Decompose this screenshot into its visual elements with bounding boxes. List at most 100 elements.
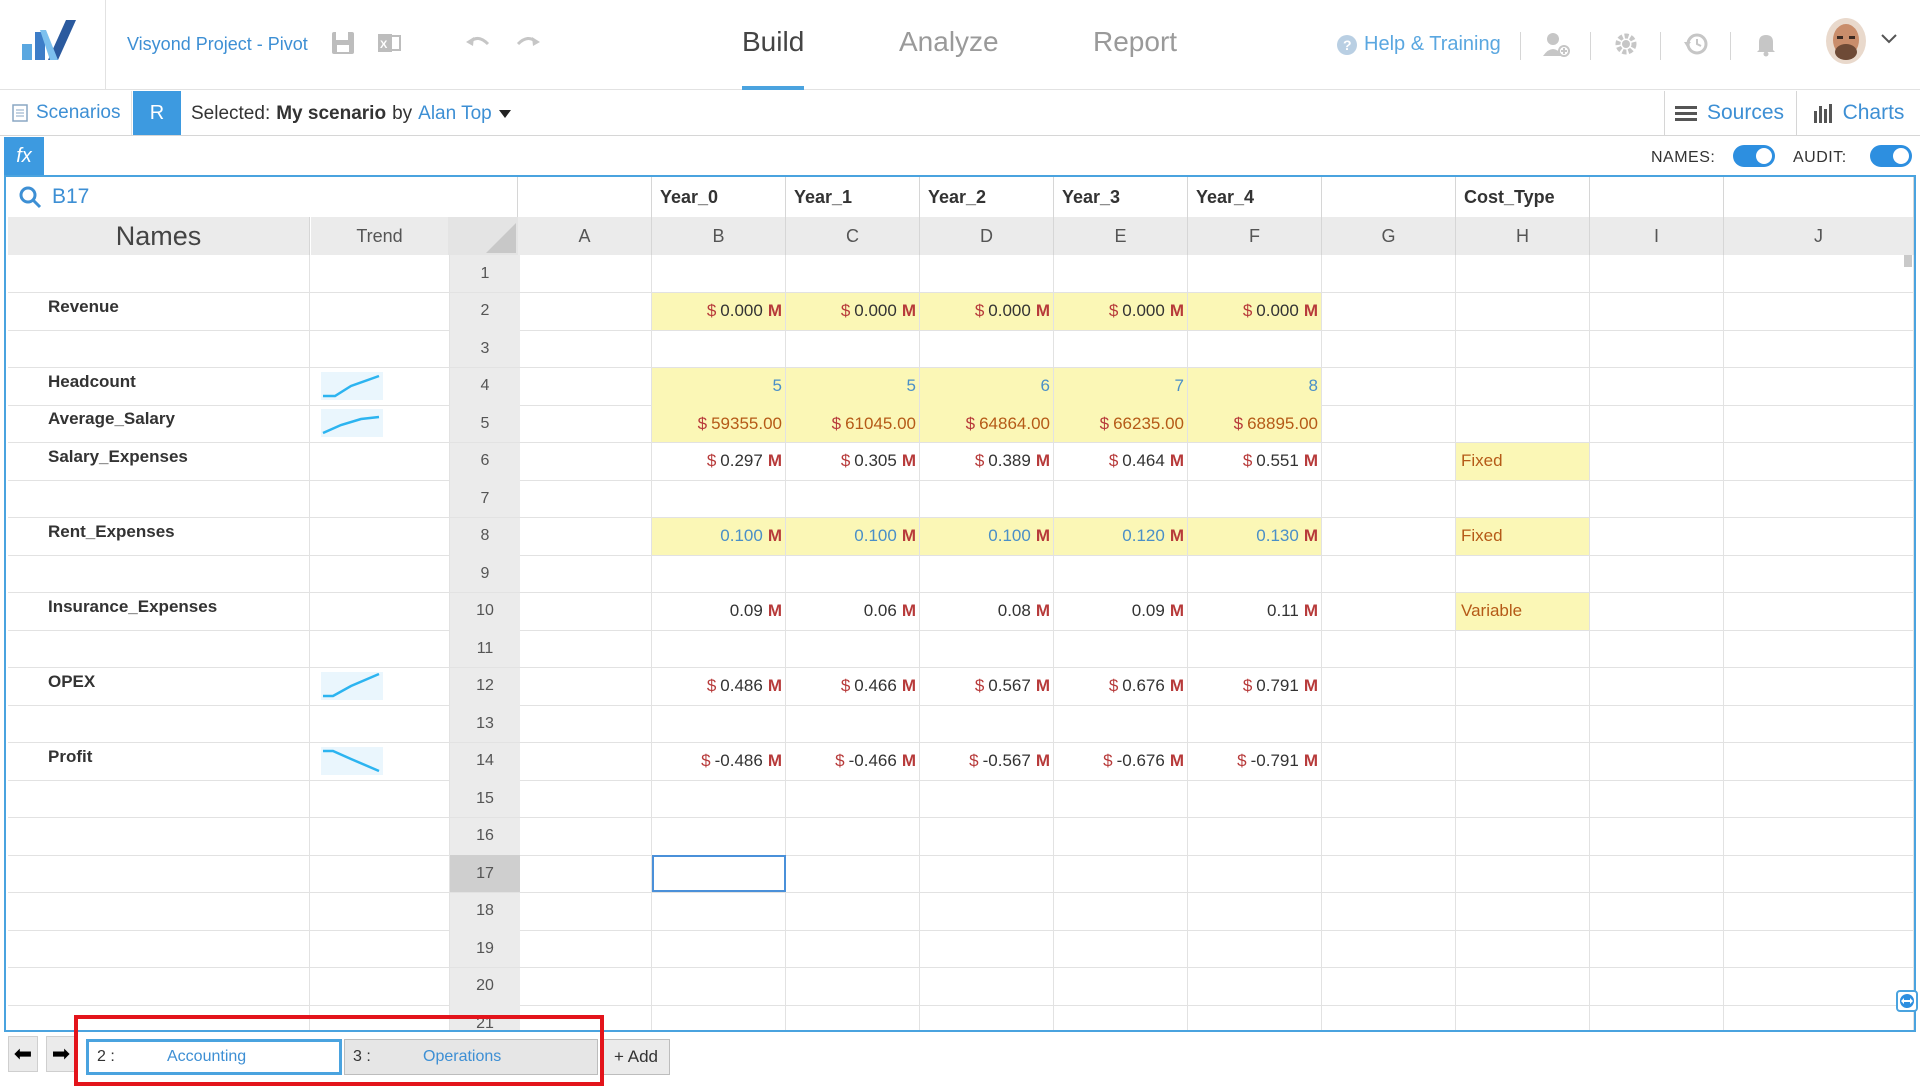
cell-d10[interactable]: 0.08 M (920, 592, 1054, 630)
column-header-d[interactable]: D (920, 217, 1054, 255)
cell-c2[interactable]: $0.000 M (786, 292, 920, 330)
row-name[interactable] (8, 930, 310, 967)
cell-f18[interactable] (1188, 892, 1322, 930)
cell-i9[interactable] (1590, 555, 1724, 592)
cell-a5[interactable] (518, 405, 652, 442)
cell-b12[interactable]: $0.486 M (652, 667, 786, 705)
row-header[interactable]: 3 (450, 330, 520, 367)
column-name-j[interactable] (1724, 177, 1914, 217)
cell-a16[interactable] (518, 817, 652, 855)
cell-j21[interactable] (1724, 1005, 1914, 1030)
row-header[interactable]: 20 (450, 967, 520, 1005)
cell-a19[interactable] (518, 930, 652, 967)
cell-a10[interactable] (518, 592, 652, 630)
row-name[interactable] (8, 255, 310, 292)
cell-b4[interactable]: 5 (652, 367, 786, 405)
cell-h17[interactable] (1456, 855, 1590, 892)
cell-j17[interactable] (1724, 855, 1914, 892)
cell-g2[interactable] (1322, 292, 1456, 330)
column-header-h[interactable]: H (1456, 217, 1590, 255)
tab-report[interactable]: Report (1093, 26, 1177, 58)
cell-i21[interactable] (1590, 1005, 1724, 1030)
cell-c13[interactable] (786, 705, 920, 742)
tab-build[interactable]: Build (742, 26, 804, 58)
cell-f13[interactable] (1188, 705, 1322, 742)
cell-g10[interactable] (1322, 592, 1456, 630)
cell-j4[interactable] (1724, 367, 1914, 405)
logo-icon[interactable] (0, 0, 106, 90)
cell-d3[interactable] (920, 330, 1054, 367)
cell-j16[interactable] (1724, 817, 1914, 855)
cell-d1[interactable] (920, 255, 1054, 292)
column-name-b[interactable]: Year_0 (652, 177, 786, 217)
cell-j5[interactable] (1724, 405, 1914, 442)
cell-d4[interactable]: 6 (920, 367, 1054, 405)
cell-b18[interactable] (652, 892, 786, 930)
row-header[interactable]: 12 (450, 667, 520, 705)
cell-i12[interactable] (1590, 667, 1724, 705)
cell-g1[interactable] (1322, 255, 1456, 292)
cell-a13[interactable] (518, 705, 652, 742)
cell-i15[interactable] (1590, 780, 1724, 817)
row-header[interactable]: 16 (450, 817, 520, 855)
row-header[interactable]: 15 (450, 780, 520, 817)
cell-g7[interactable] (1322, 480, 1456, 517)
cell-h14[interactable] (1456, 742, 1590, 780)
column-header-a[interactable]: A (518, 217, 652, 255)
cell-i20[interactable] (1590, 967, 1724, 1005)
cell-b5[interactable]: $59355.00 (652, 405, 786, 442)
row-header[interactable]: 11 (450, 630, 520, 667)
cell-j12[interactable] (1724, 667, 1914, 705)
cell-reference-box[interactable]: B17 (8, 177, 518, 217)
cell-j3[interactable] (1724, 330, 1914, 367)
cell-g19[interactable] (1322, 930, 1456, 967)
cell-f4[interactable]: 8 (1188, 367, 1322, 405)
cell-g16[interactable] (1322, 817, 1456, 855)
cell-f5[interactable]: $68895.00 (1188, 405, 1322, 442)
cell-c4[interactable]: 5 (786, 367, 920, 405)
row-name[interactable]: Insurance_Expenses (8, 592, 310, 630)
select-all-corner[interactable] (448, 217, 518, 255)
row-header[interactable]: 7 (450, 480, 520, 517)
cell-h7[interactable] (1456, 480, 1590, 517)
cell-c6[interactable]: $0.305 M (786, 442, 920, 480)
row-name[interactable]: Revenue (8, 292, 310, 330)
cell-f9[interactable] (1188, 555, 1322, 592)
cell-j14[interactable] (1724, 742, 1914, 780)
column-name-h[interactable]: Cost_Type (1456, 177, 1590, 217)
cell-d16[interactable] (920, 817, 1054, 855)
row-name[interactable]: Profit (8, 742, 310, 780)
cell-g18[interactable] (1322, 892, 1456, 930)
cell-i19[interactable] (1590, 930, 1724, 967)
cell-c14[interactable]: $ -0.466 M (786, 742, 920, 780)
cell-h15[interactable] (1456, 780, 1590, 817)
cell-j2[interactable] (1724, 292, 1914, 330)
cell-i11[interactable] (1590, 630, 1724, 667)
row-header[interactable]: 2 (450, 292, 520, 330)
cell-g4[interactable] (1322, 367, 1456, 405)
save-icon[interactable] (330, 30, 358, 58)
cell-f10[interactable]: 0.11 M (1188, 592, 1322, 630)
undo-icon[interactable] (464, 30, 492, 58)
cell-f2[interactable]: $0.000 M (1188, 292, 1322, 330)
cell-c20[interactable] (786, 967, 920, 1005)
row-header[interactable]: 5 (450, 405, 520, 442)
cell-a18[interactable] (518, 892, 652, 930)
cell-b17[interactable] (652, 855, 786, 892)
cell-j18[interactable] (1724, 892, 1914, 930)
cell-g9[interactable] (1322, 555, 1456, 592)
cell-i4[interactable] (1590, 367, 1724, 405)
cell-i17[interactable] (1590, 855, 1724, 892)
caret-down-icon[interactable] (498, 109, 512, 119)
cell-b16[interactable] (652, 817, 786, 855)
cell-h9[interactable] (1456, 555, 1590, 592)
history-icon[interactable] (1682, 30, 1710, 58)
cell-i1[interactable] (1590, 255, 1724, 292)
row-name[interactable] (8, 817, 310, 855)
scenario-badge[interactable]: R (133, 91, 181, 135)
arrow-right-icon[interactable]: ➡ (46, 1036, 76, 1072)
cell-f7[interactable] (1188, 480, 1322, 517)
arrow-left-icon[interactable]: ⬅ (8, 1036, 38, 1072)
column-name-e[interactable]: Year_3 (1054, 177, 1188, 217)
cell-a8[interactable] (518, 517, 652, 555)
